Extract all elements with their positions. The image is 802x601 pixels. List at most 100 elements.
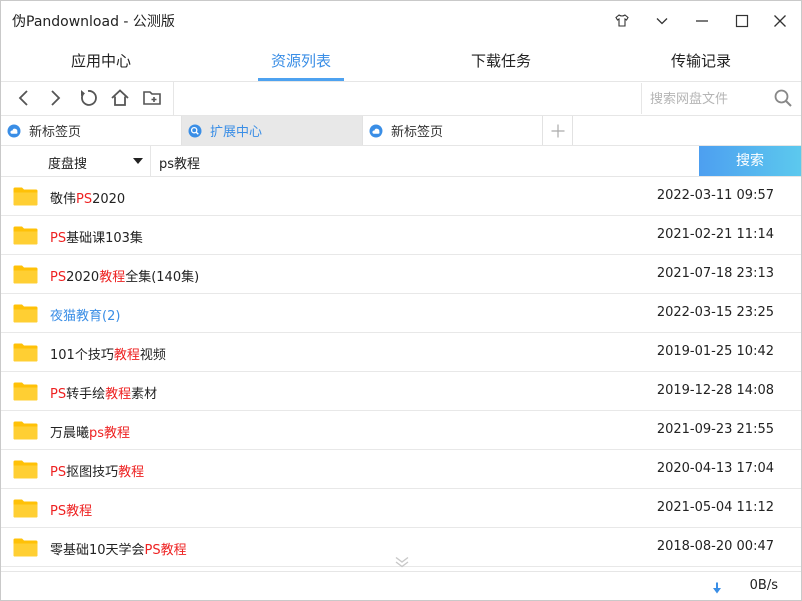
tab-app-center[interactable]: 应用中心	[1, 41, 201, 81]
folder-icon	[13, 421, 38, 440]
result-name[interactable]: PS转手绘教程素材	[50, 383, 157, 402]
folder-icon	[13, 343, 38, 362]
search-query-input[interactable]: ps教程	[159, 153, 200, 172]
search-engine-select[interactable]: 度盘搜	[1, 146, 151, 176]
resource-search-bar: 度盘搜 ps教程 搜索	[1, 146, 801, 177]
keyword-highlight: PS教程	[144, 543, 187, 558]
tab-label: 应用中心	[70, 52, 131, 70]
cloud-icon	[369, 124, 383, 138]
refresh-button[interactable]	[76, 86, 100, 110]
result-name[interactable]: PS基础课103集	[50, 227, 143, 246]
netdisk-search-input[interactable]	[650, 89, 760, 109]
title-bar: 伪Pandownload - 公测版	[1, 1, 801, 41]
result-date: 2021-07-18 23:13	[656, 266, 774, 281]
tab-label: 传输记录	[670, 52, 731, 70]
skin-button[interactable]	[602, 3, 642, 39]
browser-toolbar	[1, 82, 801, 115]
result-row[interactable]: PS基础课103集 2021-02-21 11:14	[1, 216, 801, 255]
result-row[interactable]: PS2020教程全集(140集) 2021-07-18 23:13	[1, 255, 801, 294]
search-button[interactable]: 搜索	[699, 146, 801, 176]
tab-transfer-records[interactable]: 传输记录	[601, 41, 801, 81]
result-date: 2018-08-20 00:47	[656, 539, 774, 554]
folder-icon	[13, 226, 38, 245]
result-row[interactable]: 夜猫教育(2) 2022-03-15 23:25	[1, 294, 801, 333]
keyword-highlight: 教程	[118, 465, 145, 480]
result-name[interactable]: 敬伟PS2020	[50, 188, 125, 207]
folder-icon	[13, 538, 38, 557]
folder-icon	[13, 460, 38, 479]
browser-tab-label: 新标签页	[29, 125, 82, 140]
window-title: 伪Pandownload - 公测版	[12, 14, 175, 30]
result-date: 2019-01-25 10:42	[656, 344, 774, 359]
result-row[interactable]: PS教程 2021-05-04 11:12	[1, 489, 801, 528]
maximize-button[interactable]	[722, 3, 762, 39]
home-button[interactable]	[108, 86, 132, 110]
close-icon	[774, 15, 786, 27]
keyword-highlight: ps教程	[89, 426, 131, 441]
minimize-button[interactable]	[682, 3, 722, 39]
name-segment: 2020	[66, 270, 100, 285]
browser-tab-active[interactable]: 扩展中心	[182, 116, 362, 145]
result-date: 2020-04-13 17:04	[656, 461, 774, 476]
result-name[interactable]: 101个技巧教程视频	[50, 344, 166, 363]
keyword-highlight: 教程	[113, 348, 140, 363]
result-date: 2021-02-21 11:14	[656, 227, 774, 242]
result-name[interactable]: 零基础10天学会PS教程	[50, 539, 187, 558]
result-name[interactable]: PS教程	[50, 500, 92, 519]
new-tab-button[interactable]	[543, 116, 573, 145]
folder-icon	[13, 265, 38, 284]
keyword-highlight: 教程	[99, 270, 126, 285]
result-row[interactable]: PS抠图技巧教程 2020-04-13 17:04	[1, 450, 801, 489]
result-date: 2022-03-11 09:57	[656, 188, 774, 203]
tab-resource-list[interactable]: 资源列表	[201, 41, 401, 81]
result-date: 2019-12-28 14:08	[656, 383, 774, 398]
name-segment: 全集(140集)	[125, 270, 200, 285]
tab-download-tasks[interactable]: 下载任务	[401, 41, 601, 81]
result-name[interactable]: 夜猫教育(2)	[50, 305, 120, 324]
name-segment: 视频	[139, 348, 166, 363]
name-segment: 素材	[131, 387, 158, 402]
back-button[interactable]	[12, 86, 36, 110]
status-bar: 0B/s	[1, 571, 801, 600]
forward-button[interactable]	[43, 86, 67, 110]
home-icon	[111, 89, 129, 106]
netdisk-search-box	[641, 83, 801, 114]
result-row[interactable]: PS转手绘教程素材 2019-12-28 14:08	[1, 372, 801, 411]
scroll-more-indicator[interactable]	[394, 553, 410, 572]
browser-tab[interactable]: 新标签页	[363, 116, 543, 145]
dropdown-menu-button[interactable]	[642, 3, 682, 39]
result-date: 2021-09-23 21:55	[656, 422, 774, 437]
result-date: 2021-05-04 11:12	[656, 500, 774, 515]
search-engine-value: 度盘搜	[48, 157, 88, 172]
close-button[interactable]	[760, 3, 800, 39]
new-folder-button[interactable]	[140, 86, 164, 110]
browser-tab[interactable]: 新标签页	[1, 116, 181, 145]
double-chevron-down-icon	[395, 556, 409, 568]
arrow-right-icon	[51, 90, 61, 106]
result-row[interactable]: 101个技巧教程视频 2019-01-25 10:42	[1, 333, 801, 372]
keyword-highlight: PS	[76, 192, 93, 207]
result-row[interactable]: 敬伟PS2020 2022-03-11 09:57	[1, 177, 801, 216]
browser-tab-label: 新标签页	[391, 125, 444, 140]
name-segment: 敬伟	[50, 192, 77, 207]
result-name[interactable]: PS2020教程全集(140集)	[50, 266, 199, 285]
name-segment: 夜猫教育(2)	[50, 309, 121, 324]
keyword-highlight: PS	[50, 231, 67, 246]
result-date: 2022-03-15 23:25	[656, 305, 774, 320]
folder-icon	[13, 499, 38, 518]
name-segment: 转手绘	[66, 387, 106, 402]
folder-icon	[13, 187, 38, 206]
folder-add-icon	[143, 91, 161, 105]
name-segment: 基础课103集	[66, 231, 143, 246]
tab-label: 资源列表	[270, 52, 331, 70]
search-icon[interactable]	[773, 88, 793, 112]
result-row[interactable]: 万晨曦ps教程 2021-09-23 21:55	[1, 411, 801, 450]
cloud-icon	[7, 124, 21, 138]
download-speed: 0B/s	[749, 578, 778, 593]
chevron-down-icon	[656, 18, 668, 25]
result-name[interactable]: PS抠图技巧教程	[50, 461, 144, 480]
result-name[interactable]: 万晨曦ps教程	[50, 422, 130, 441]
caret-down-icon	[133, 158, 143, 164]
refresh-icon	[81, 90, 97, 106]
arrow-left-icon	[18, 90, 28, 106]
